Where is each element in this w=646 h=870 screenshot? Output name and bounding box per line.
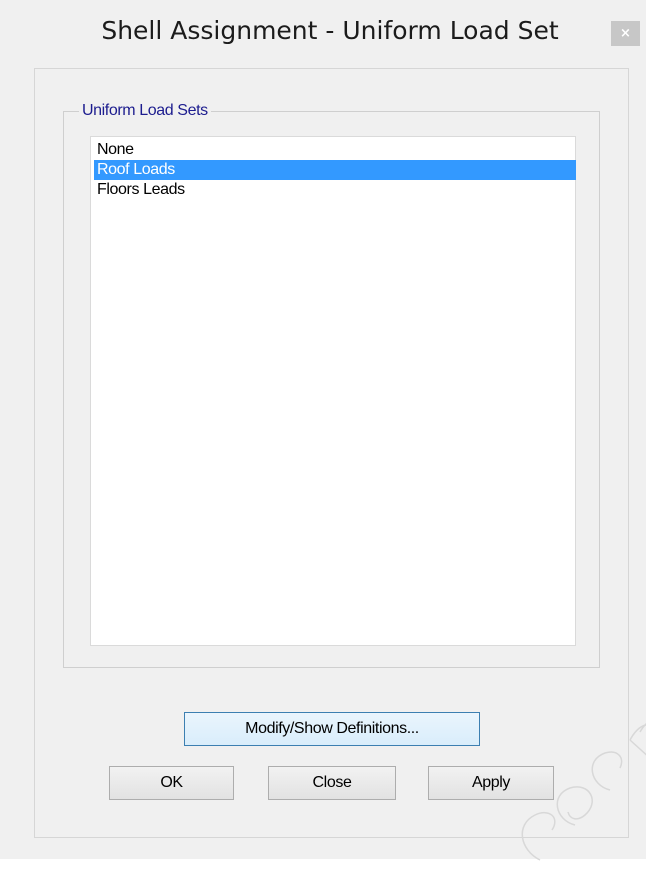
- uniform-load-sets-label: Uniform Load Sets: [79, 102, 211, 120]
- apply-button[interactable]: Apply: [428, 766, 554, 800]
- close-button[interactable]: Close: [268, 766, 396, 800]
- dialog-window: Shell Assignment - Uniform Load Set × Un…: [0, 0, 646, 861]
- list-item-roof-loads[interactable]: Roof Loads: [94, 160, 576, 180]
- list-item-floors-leads[interactable]: Floors Leads: [94, 180, 576, 200]
- uniform-load-sets-list[interactable]: None Roof Loads Floors Leads: [90, 136, 576, 646]
- list-item-none[interactable]: None: [94, 140, 576, 160]
- ok-button[interactable]: OK: [109, 766, 234, 800]
- modify-show-definitions-button[interactable]: Modify/Show Definitions...: [184, 712, 480, 746]
- close-window-button[interactable]: ×: [611, 21, 640, 46]
- title-bar[interactable]: Shell Assignment - Uniform Load Set ×: [0, 0, 646, 68]
- window-title: Shell Assignment - Uniform Load Set: [101, 16, 559, 45]
